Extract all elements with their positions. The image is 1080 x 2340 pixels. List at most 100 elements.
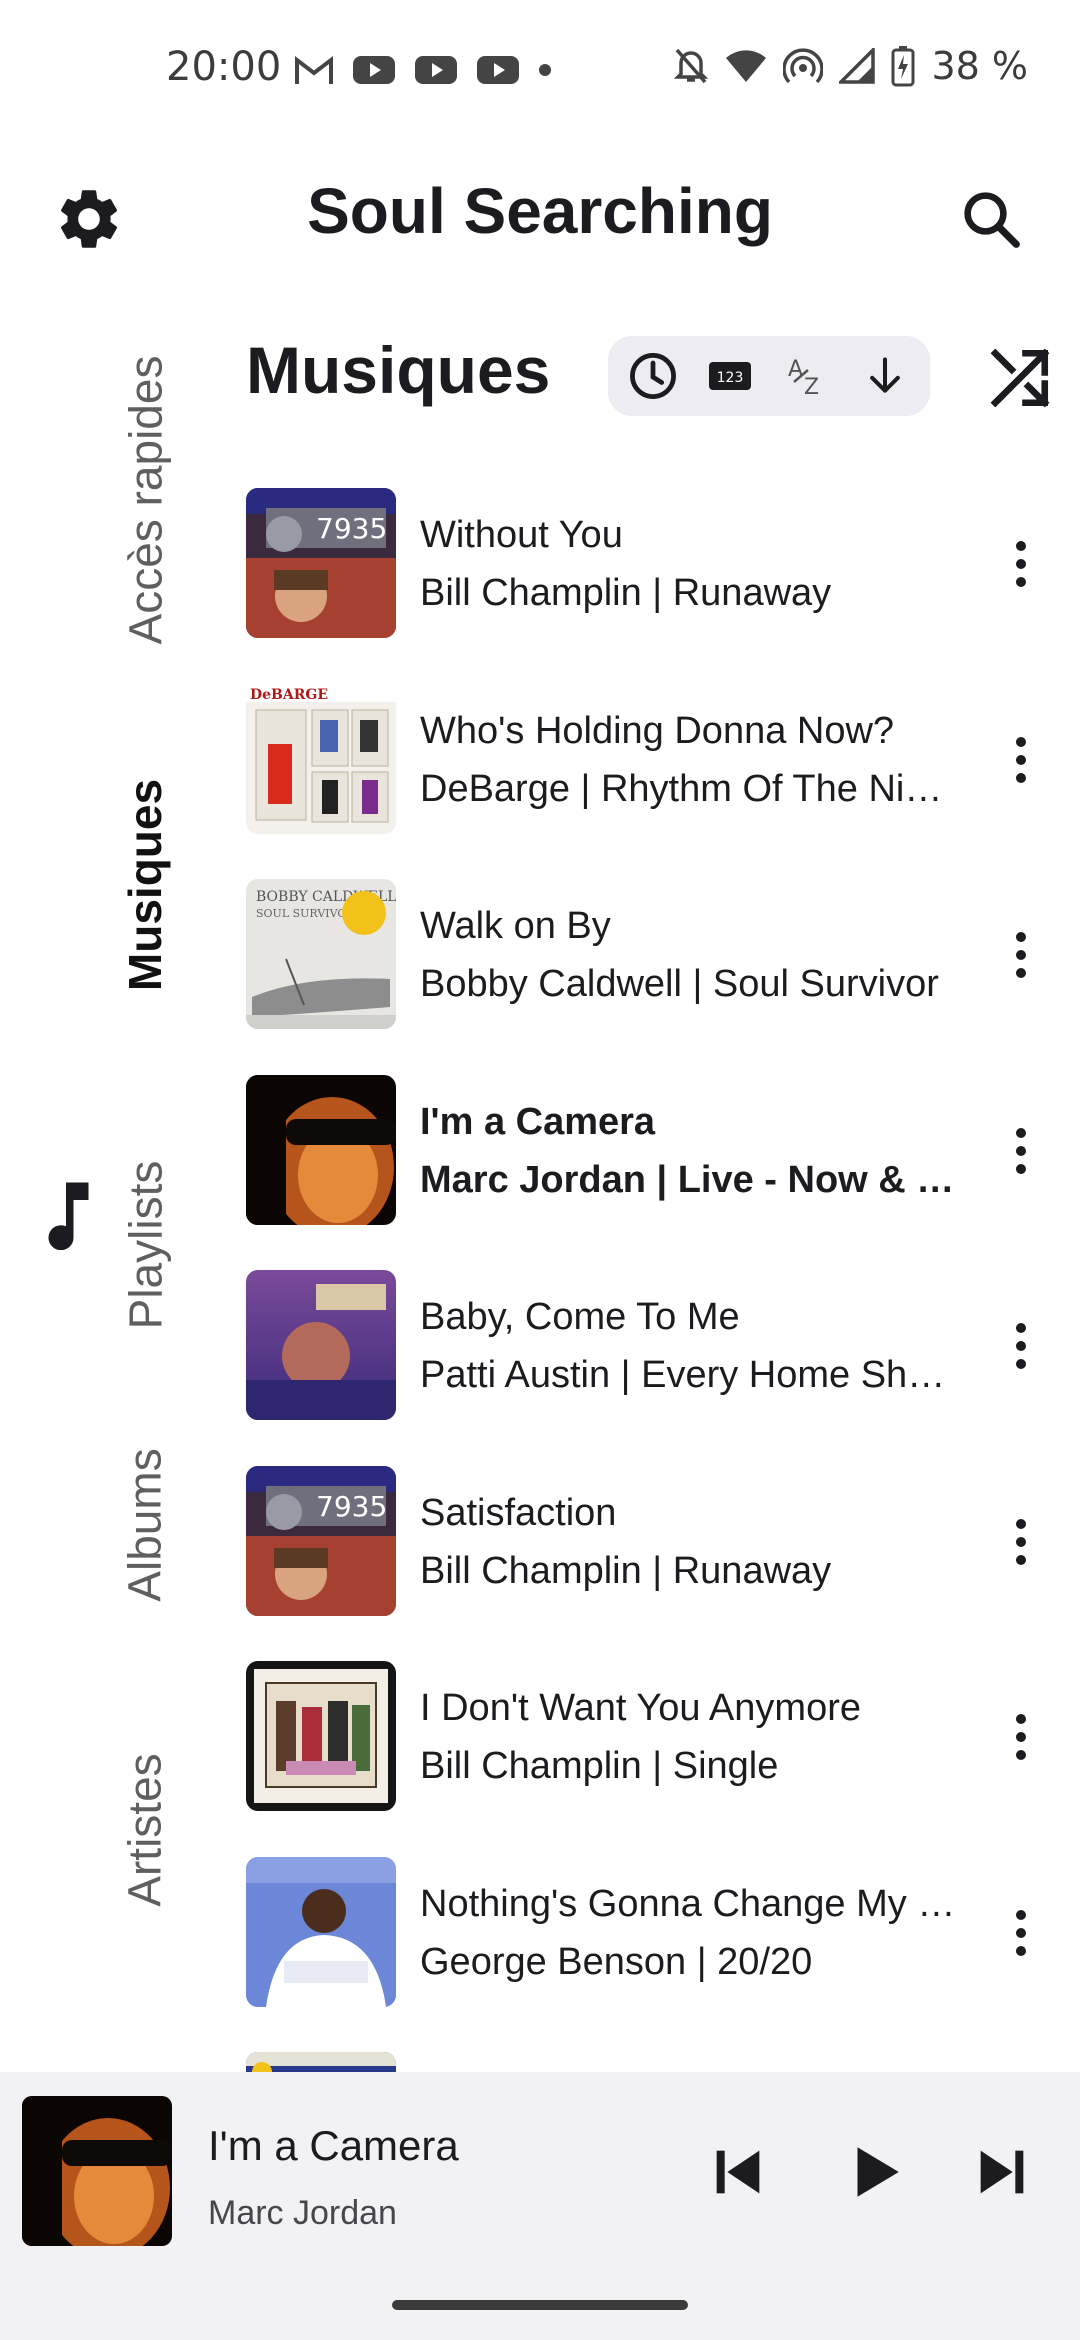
svg-text:DeBARGE: DeBARGE (250, 687, 328, 703)
svg-text:7935: 7935 (316, 1490, 387, 1523)
search-icon (964, 192, 1020, 248)
clock-icon (629, 353, 676, 399)
gmail-icon (295, 55, 333, 84)
track-title: Without You (420, 514, 623, 556)
track-row[interactable]: 7935 Satisfaction Bill Champlin | Runawa… (246, 1465, 1080, 1662)
more-options-button[interactable] (994, 534, 1048, 594)
track-row[interactable] (246, 2052, 1080, 2073)
more-vert-icon (1016, 1714, 1026, 1760)
youtube-icon (415, 56, 457, 84)
sort-by-date-button[interactable] (622, 345, 684, 407)
track-subtitle: Marc Jordan | Live - Now & … (420, 1158, 955, 1201)
shuffle-icon (990, 348, 1050, 408)
track-subtitle: Bobby Caldwell | Soul Survivor (420, 963, 939, 1005)
track-title: Satisfaction (420, 1491, 617, 1534)
album-cover (246, 1270, 396, 1420)
skip-next-button[interactable] (960, 2130, 1044, 2214)
youtube-icon (353, 56, 395, 84)
home-indicator[interactable] (392, 2300, 688, 2310)
track-title: Walk on By (420, 905, 611, 947)
section-title: Musiques (246, 333, 551, 407)
track-row[interactable]: Nothing's Gonna Change My … George Benso… (246, 1856, 1080, 2053)
svg-text:123: 123 (717, 370, 744, 386)
track-row[interactable]: I Don't Want You Anymore Bill Champlin |… (246, 1661, 1080, 1857)
notification-icons (294, 48, 552, 92)
nav-item-label: Playlists (119, 1160, 171, 1330)
album-cover: 7935 (246, 488, 396, 638)
svg-text:A: A (788, 357, 803, 382)
svg-text:Z: Z (804, 375, 819, 400)
more-options-button[interactable] (994, 1121, 1048, 1181)
track-list: 7935 Without You Bill Champlin | Runaway… (246, 488, 1080, 2073)
track-title: Nothing's Gonna Change My … (420, 1882, 956, 1925)
wifi-icon (726, 50, 767, 82)
track-title: Baby, Come To Me (420, 1296, 740, 1338)
play-icon (857, 2147, 899, 2197)
more-vert-icon (1016, 1909, 1026, 1956)
more-vert-icon (1016, 736, 1026, 783)
nav-item-label: Artistes (119, 1753, 171, 1907)
track-row[interactable]: BOBBY CALDWELL SOUL SURVIVOR Walk on By B… (246, 879, 1080, 1075)
skip-previous-button[interactable] (696, 2130, 780, 2214)
battery-charging-icon (891, 46, 915, 87)
more-options-button[interactable] (994, 1707, 1048, 1767)
side-navigation: Accès rapides Musiques Playlists Albums … (0, 300, 230, 2060)
more-options-button[interactable] (994, 1903, 1048, 1963)
system-icons: 38 % (673, 44, 1028, 88)
album-cover: DeBARGE (246, 683, 396, 834)
player-track-title: I'm a Camera (208, 2122, 459, 2169)
more-options-button[interactable] (994, 1512, 1048, 1572)
top-app-bar: Soul Searching (0, 150, 1080, 280)
svg-text:SOUL SURVIVOR: SOUL SURVIVOR (256, 907, 355, 920)
signal-icon (839, 48, 876, 84)
sort-direction-button[interactable] (854, 345, 916, 407)
track-row[interactable]: DeBARGE Who's Holding Donna Now? DeBarge… (246, 683, 1080, 880)
track-title: I Don't Want You Anymore (420, 1687, 861, 1729)
shuffle-button[interactable] (982, 340, 1058, 416)
track-subtitle: George Benson | 20/20 (420, 1940, 813, 1983)
numeric-sort-icon: 123 (709, 362, 752, 390)
hotspot-icon (783, 48, 824, 84)
sort-controls: 123 AZ (608, 336, 930, 416)
more-options-button[interactable] (994, 925, 1048, 985)
more-options-button[interactable] (994, 730, 1048, 790)
track-subtitle: Bill Champlin | Runaway (420, 572, 832, 614)
more-vert-icon (1016, 1127, 1026, 1174)
youtube-icon (477, 56, 519, 84)
track-subtitle: Patti Austin | Every Home Sh… (420, 1354, 946, 1396)
sort-by-number-button[interactable]: 123 (699, 345, 761, 407)
album-cover (246, 1856, 396, 2007)
nav-item-label: Albums (119, 1448, 172, 1602)
alpha-sort-icon: AZ (788, 357, 819, 400)
music-note-icon (48, 1182, 89, 1250)
album-cover (246, 2052, 396, 2073)
more-vert-icon (1016, 541, 1026, 587)
album-cover (246, 1661, 396, 1811)
album-cover: 7935 (246, 1465, 396, 1616)
search-button[interactable] (948, 176, 1034, 262)
album-cover (246, 1074, 396, 1225)
track-row-current[interactable]: I'm a Camera Marc Jordan | Live - Now & … (246, 1074, 1080, 1271)
track-row[interactable]: Baby, Come To Me Patti Austin | Every Ho… (246, 1270, 1080, 1466)
album-cover: BOBBY CALDWELL SOUL SURVIVOR (246, 879, 396, 1029)
player-artist: Marc Jordan (208, 2194, 397, 2232)
track-subtitle: DeBarge | Rhythm Of The Ni… (420, 767, 943, 810)
battery-percentage: 38 % (931, 44, 1028, 88)
more-options-button[interactable] (994, 1316, 1048, 1376)
svg-text:7935: 7935 (316, 512, 387, 545)
skip-next-icon (980, 2150, 1024, 2194)
sort-alphabetical-button[interactable]: AZ (777, 345, 839, 407)
track-title: I'm a Camera (420, 1100, 656, 1143)
dot-icon (539, 64, 551, 76)
status-time: 20:00 (166, 44, 282, 90)
app-title: Soul Searching (307, 175, 773, 247)
skip-previous-icon (716, 2150, 760, 2194)
status-bar: 20:00 38 % (0, 0, 1080, 140)
more-vert-icon (1016, 1323, 1026, 1369)
nav-item-label: Accès rapides (119, 355, 172, 645)
track-subtitle: Bill Champlin | Single (420, 1745, 779, 1787)
track-subtitle: Bill Champlin | Runaway (420, 1549, 832, 1592)
play-button[interactable] (832, 2130, 916, 2214)
player-album-cover (22, 2096, 172, 2246)
track-row[interactable]: 7935 Without You Bill Champlin | Runaway (246, 488, 1080, 684)
